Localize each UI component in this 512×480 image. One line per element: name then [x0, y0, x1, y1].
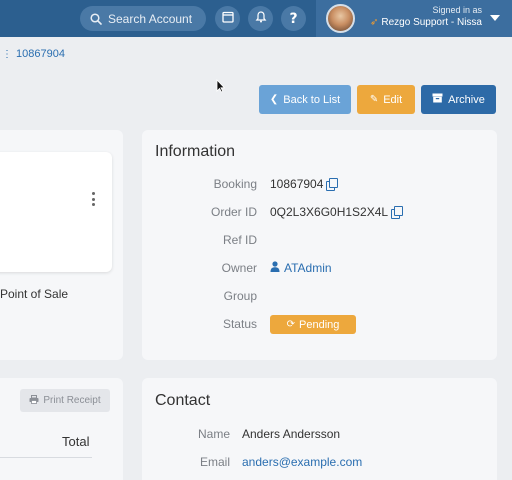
back-to-list-button[interactable]: ❮ Back to List	[259, 85, 351, 114]
breadcrumb-booking-link[interactable]: 10867904	[16, 48, 65, 60]
name-label: Name	[197, 427, 230, 441]
order-id-number: 0Q2L3X6G0H1S2X4L	[270, 205, 389, 219]
booking-label: Booking	[213, 177, 257, 191]
copy-icon[interactable]	[326, 178, 339, 191]
search-icon	[90, 12, 102, 25]
archive-icon	[432, 93, 443, 106]
back-to-list-label: Back to List	[283, 93, 341, 106]
status-text: Pending	[299, 318, 340, 331]
rocket-icon: ➶	[370, 17, 379, 28]
signed-in-user: ➶ Rezgo Support - Nissa	[370, 17, 482, 28]
sync-icon: ⟳	[286, 319, 295, 330]
pencil-icon: ✎	[369, 94, 379, 105]
bell-icon	[255, 10, 267, 28]
booking-number: 10867904	[270, 177, 324, 191]
help-icon: ?	[289, 10, 298, 27]
copy-icon[interactable]	[391, 206, 404, 219]
contact-title: Contact	[155, 392, 211, 409]
order-id-value: 0Q2L3X6G0H1S2X4L	[270, 205, 404, 219]
print-receipt-button[interactable]: Print Receipt	[20, 389, 110, 412]
user-icon	[270, 261, 280, 275]
signed-in-label: Signed in as	[432, 5, 482, 15]
mouse-cursor-icon	[216, 78, 226, 98]
information-title: Information	[155, 143, 236, 160]
status-badge[interactable]: ⟳ Pending	[270, 315, 356, 334]
calendar-icon	[221, 10, 234, 28]
breadcrumb: ⋮ 10867904	[2, 48, 65, 60]
archive-label: Archive	[448, 93, 485, 106]
name-value: Anders Andersson	[242, 427, 341, 441]
total-header: Total	[62, 434, 90, 449]
ticket-icon: ⋮	[2, 48, 12, 60]
owner-value[interactable]: ATAdmin	[270, 261, 332, 275]
calendar-button[interactable]	[215, 6, 240, 31]
email-link[interactable]: anders@example.com	[242, 455, 362, 469]
signed-in-user-name: Rezgo Support - Nissa	[381, 17, 482, 28]
printer-icon	[29, 394, 39, 407]
ref-id-label: Ref ID	[222, 233, 257, 247]
chevron-left-icon: ❮	[269, 94, 279, 105]
avatar[interactable]	[326, 4, 355, 33]
sale-source-card	[0, 152, 112, 272]
status-label: Status	[222, 317, 257, 331]
search-placeholder: Search Account	[108, 11, 193, 26]
search-input[interactable]: Search Account	[80, 6, 206, 31]
top-bar: Search Account ? Signed in as ➶ Rezgo Su…	[0, 0, 512, 37]
group-label: Group	[223, 289, 257, 303]
notifications-button[interactable]	[248, 6, 273, 31]
print-receipt-label: Print Receipt	[43, 395, 101, 406]
kebab-icon[interactable]	[92, 192, 96, 206]
owner-link[interactable]: ATAdmin	[284, 261, 332, 275]
account-menu[interactable]: Signed in as ➶ Rezgo Support - Nissa	[316, 0, 512, 37]
point-of-sale-label: Point of Sale	[0, 287, 69, 301]
help-button[interactable]: ?	[281, 6, 306, 31]
order-id-label: Order ID	[210, 205, 257, 219]
archive-button[interactable]: Archive	[421, 85, 496, 114]
booking-value: 10867904	[270, 177, 339, 191]
edit-label: Edit	[383, 93, 403, 106]
edit-button[interactable]: ✎ Edit	[357, 85, 415, 114]
owner-label: Owner	[221, 261, 257, 275]
caret-down-icon[interactable]	[490, 15, 500, 21]
divider	[0, 457, 92, 458]
email-label: Email	[199, 455, 230, 469]
